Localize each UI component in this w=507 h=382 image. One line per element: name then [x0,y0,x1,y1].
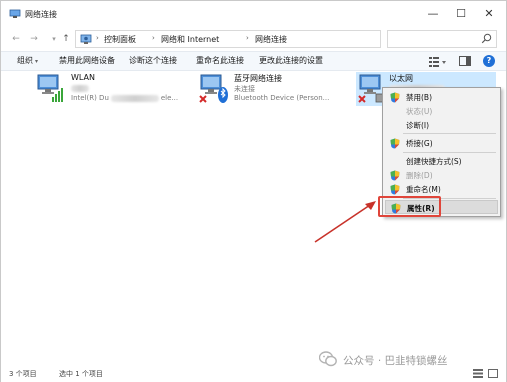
shield-icon [390,138,400,149]
back-arrow-icon[interactable]: ← [9,31,23,47]
menu-item-create-shortcut[interactable]: 创建快捷方式(S) [385,154,498,168]
menu-item-label: 桥接(G) [406,139,433,148]
menu-separator [403,152,496,153]
watermark: 公众号 · 巴韭特锁螺丝 [319,350,505,370]
forward-arrow-icon[interactable]: → [27,31,41,47]
menu-item-bridge[interactable]: 桥接(G) [385,136,498,150]
address-field[interactable]: › 控制面板 › 网络和 Internet › 网络连接 ∨ ↻ [75,30,436,48]
up-arrow-icon[interactable]: ↑ [59,31,73,47]
address-bar: ← → ▾ ↑ › 控制面板 › 网络和 Internet › 网络连接 ∨ ↻ [1,29,506,51]
network-connections-window: 网络连接 — ☐ ✕ ← → ▾ ↑ › 控制面板 › 网络和 Internet… [0,0,507,382]
search-input[interactable] [392,33,478,45]
bluetooth-adapter-icon [199,74,228,103]
wifi-adapter-icon [37,74,63,102]
command-bar: 组织 ▾ 禁用此网络设备 诊断这个连接 重命名此连接 更改此连接的设置 ? [1,51,506,71]
shield-icon [390,184,400,195]
diagnose-connection-button[interactable]: 诊断这个连接 [129,55,177,66]
menu-item-rename[interactable]: 重命名(M) [385,182,498,196]
adapter-name: 蓝牙网络连接 [234,74,282,83]
adapter-item-bluetooth[interactable]: 蓝牙网络连接 未连接 Bluetooth Device (Person... [197,72,337,106]
annotation-highlight-box [378,196,441,217]
close-button[interactable]: ✕ [475,4,503,24]
watermark-text: 公众号 · 巴韭特锁螺丝 [343,355,448,367]
organize-menu[interactable]: 组织 ▾ [17,55,38,66]
redacted-text [110,94,159,102]
maximize-button[interactable]: ☐ [447,4,475,24]
menu-item-label: 创建快捷方式(S) [406,157,462,166]
adapter-name: 以太网 [389,74,413,83]
title-bar: 网络连接 — ☐ ✕ [1,1,506,29]
annotation-arrow-icon [314,201,376,243]
selected-count: 选中 1 个项目 [59,370,103,378]
menu-item-delete: 删除(D) [385,168,498,182]
breadcrumb-control-panel[interactable]: 控制面板 [104,34,136,45]
redacted-text [71,84,89,92]
menu-item-label: 删除(D) [406,171,433,180]
control-panel-icon [80,34,92,44]
wechat-icon [319,351,337,367]
menu-item-disable[interactable]: 禁用(B) [385,90,498,104]
adapter-device-tail: ele... [160,94,179,102]
network-folder-icon [9,9,21,18]
menu-item-status: 状态(U) [385,104,498,118]
breadcrumb-separator-icon: › [96,34,99,42]
breadcrumb-separator-icon: › [152,34,155,42]
adapter-item-wlan[interactable]: WLAN Intel(R) Du ele... [34,72,184,106]
minimize-button[interactable]: — [419,4,447,24]
adapter-status: 未连接 [234,85,255,93]
adapter-device-label: Intel(R) Du [71,94,109,102]
adapter-status [71,84,89,92]
change-view-icon[interactable] [429,56,447,67]
menu-separator [403,133,496,134]
help-icon[interactable]: ? [483,55,495,67]
breadcrumb-separator-icon: › [246,34,249,42]
menu-item-label: 状态(U) [406,107,433,116]
adapter-device: Bluetooth Device (Person... [234,94,330,102]
window-title: 网络连接 [25,10,57,19]
adapter-name: WLAN [71,73,96,82]
preview-pane-icon[interactable] [459,56,471,66]
organize-label: 组织 [17,56,33,65]
menu-item-label: 禁用(B) [406,93,432,102]
large-icons-view-icon[interactable] [488,369,498,378]
menu-item-label: 重命名(M) [406,185,441,194]
shield-icon [390,92,400,103]
change-settings-button[interactable]: 更改此连接的设置 [259,55,323,66]
disable-device-button[interactable]: 禁用此网络设备 [59,55,115,66]
details-view-icon[interactable] [473,369,483,378]
item-count: 3 个项目 [9,370,37,378]
chevron-down-icon: ▾ [35,58,39,65]
menu-item-diagnose[interactable]: 诊断(I) [385,118,498,132]
shield-icon [390,170,400,181]
search-icon [481,33,492,44]
breadcrumb-network-connections[interactable]: 网络连接 [255,34,287,45]
search-field[interactable] [387,30,497,48]
menu-item-label: 诊断(I) [406,121,430,130]
adapter-device: Intel(R) Du ele... [71,94,178,102]
breadcrumb-network-internet[interactable]: 网络和 Internet [161,34,219,45]
rename-connection-button[interactable]: 重命名此连接 [196,55,244,66]
